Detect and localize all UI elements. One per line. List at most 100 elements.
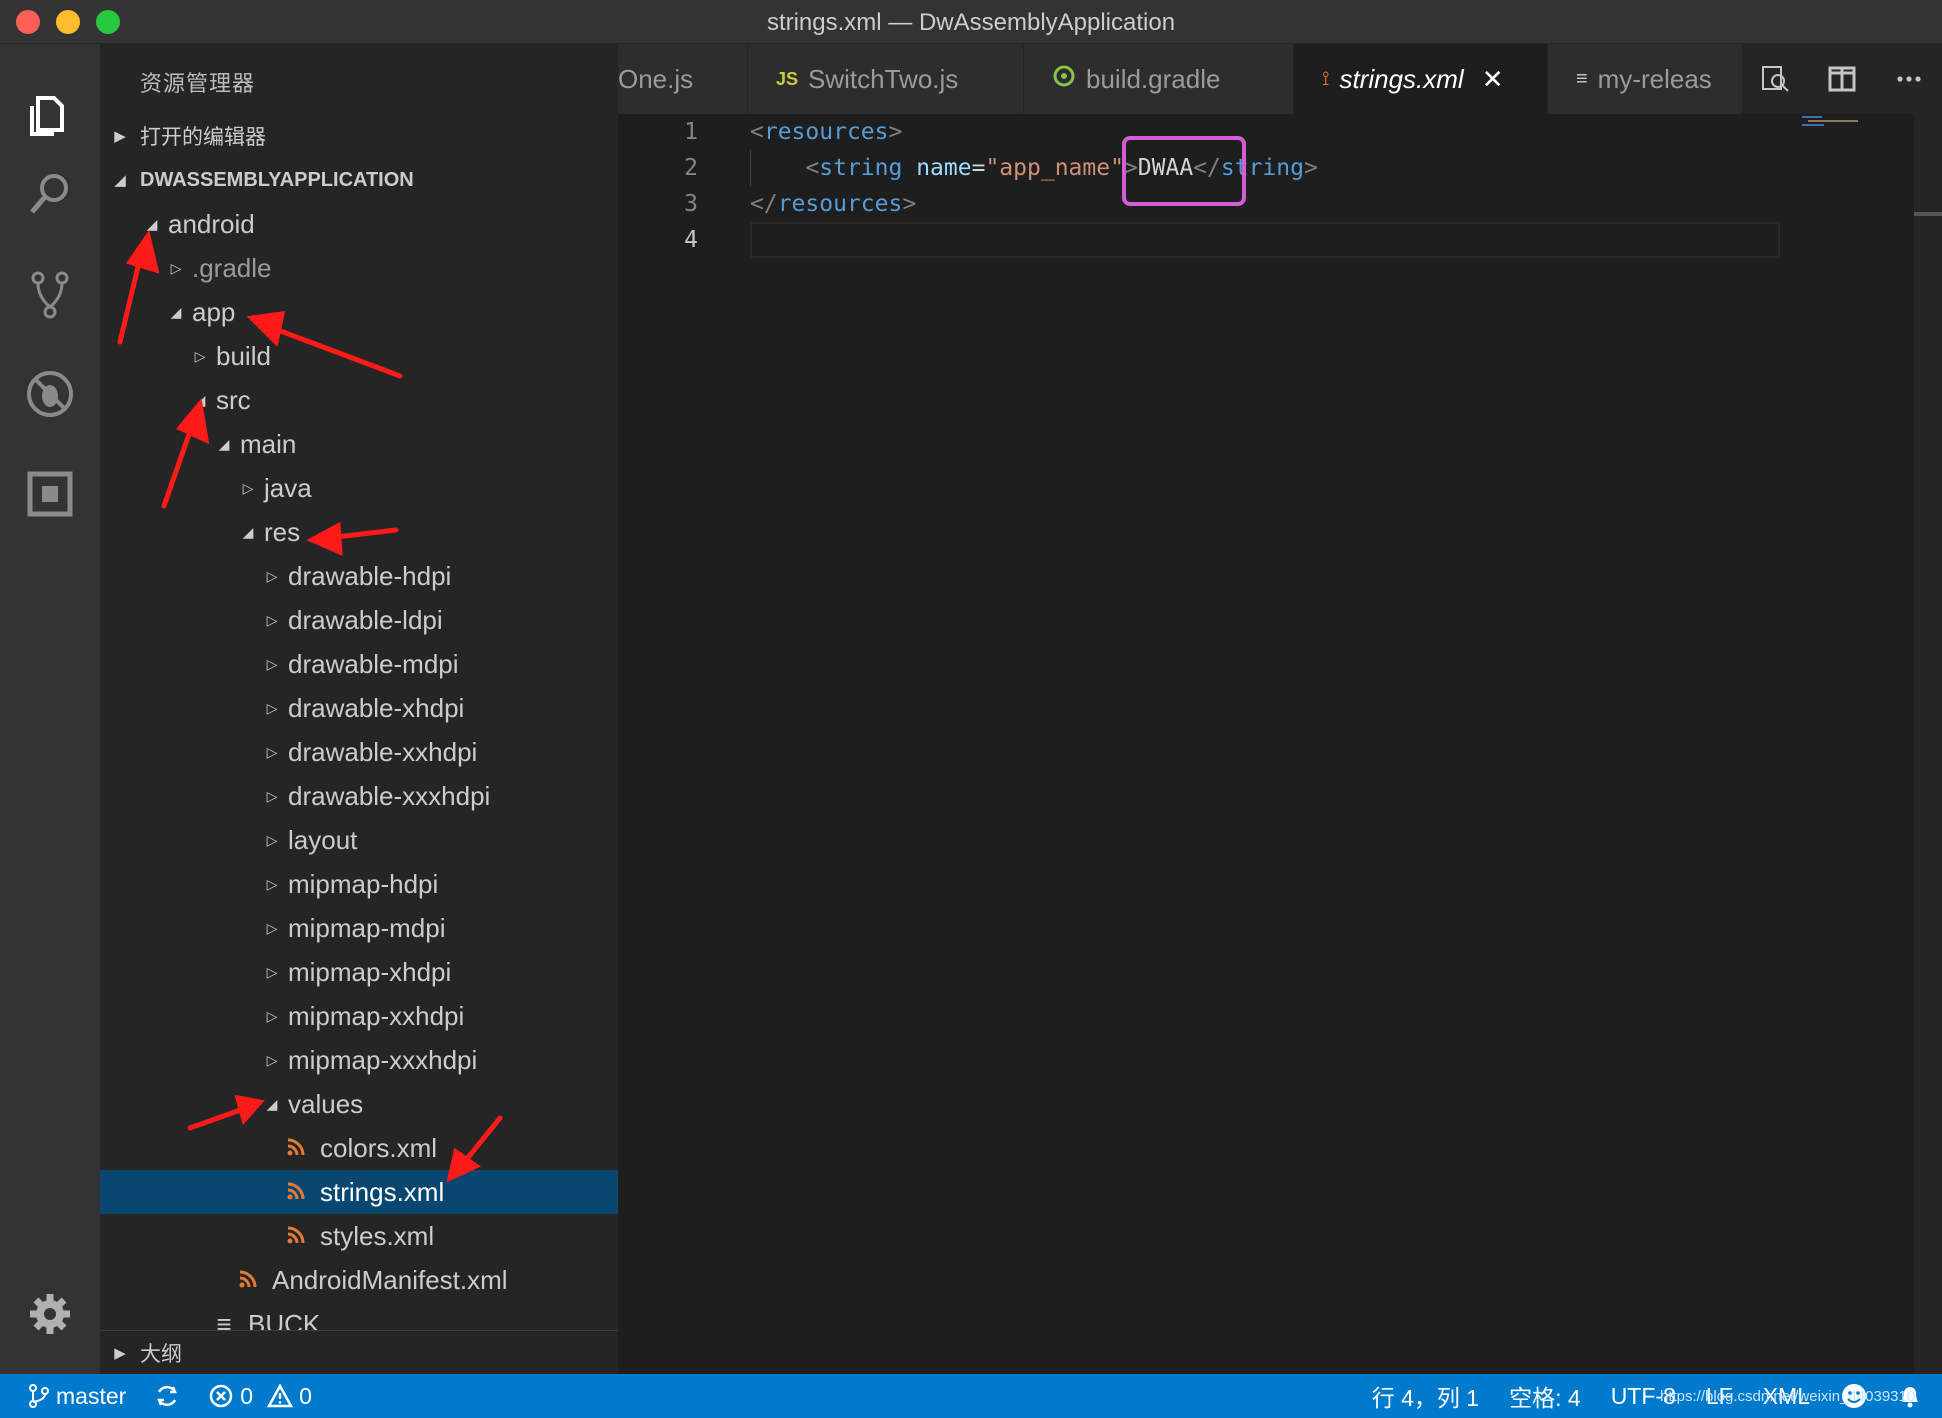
line-number: 2 [684,155,698,181]
folder-item-mipmap-xxxhdpi[interactable]: ▷ mipmap-xxxhdpi [100,1038,618,1082]
tab-label: SwitchTwo.js [808,63,959,94]
gear-icon[interactable] [20,1284,80,1344]
tag-bracket: > [888,119,903,145]
editor-actions [1742,44,1942,114]
open-preview-icon[interactable] [1753,57,1797,101]
tree-item-label: res [264,516,301,547]
rss-icon [284,1177,308,1208]
open-editors-label: 打开的编辑器 [140,126,266,149]
folder-item-app[interactable]: ◢ app [100,290,618,334]
folder-item-drawable-xhdpi[interactable]: ▷ drawable-xhdpi [100,686,618,730]
chevron-down-icon[interactable]: ◢ [140,216,164,233]
chevron-down-icon: ◢ [114,172,126,189]
status-bar: master 0 0 行 4，列 1 空格: 4 UTF-8 LF XML ht… [0,1374,1942,1418]
chevron-right-icon[interactable]: ▷ [164,260,188,277]
tree-item-label: drawable-hdpi [288,560,452,591]
debug-icon[interactable] [20,364,80,424]
sidebar-title: 资源管理器 [140,71,256,96]
chevron-down-icon[interactable]: ◢ [236,524,260,541]
folder-item-drawable-ldpi[interactable]: ▷ drawable-ldpi [100,598,618,642]
file-item-styles-xml[interactable]: styles.xml [100,1214,618,1258]
search-icon[interactable] [20,164,80,224]
chevron-right-icon[interactable]: ▷ [260,744,284,761]
tab-build-gradle[interactable]: build.gradle [1024,44,1294,114]
extensions-icon[interactable] [20,464,80,524]
chevron-right-icon[interactable]: ▷ [260,964,284,981]
problems-indicator[interactable]: 0 0 [208,1383,312,1410]
indentation[interactable]: 空格: 4 [1509,1379,1581,1413]
tree-item-label: main [240,428,297,459]
chevron-down-icon[interactable]: ◢ [260,1096,284,1113]
chevron-right-icon[interactable]: ▷ [260,788,284,805]
source-control-icon[interactable] [20,264,80,324]
file-item-colors-xml[interactable]: colors.xml [100,1126,618,1170]
tab-strings-xml[interactable]: ⟟ strings.xml ✕ [1294,44,1548,114]
workspace-section[interactable]: ◢ DWASSEMBLYAPPLICATION [100,158,618,202]
tag-bracket: < [805,155,820,181]
scrollbar-thumb[interactable] [1914,212,1942,216]
tab-label: build.gradle [1086,63,1221,94]
folder-item-values[interactable]: ◢ values [100,1082,618,1126]
tree-item-label: mipmap-xhdpi [288,956,452,987]
folder-item-mipmap-mdpi[interactable]: ▷ mipmap-mdpi [100,906,618,950]
folder-item-mipmap-hdpi[interactable]: ▷ mipmap-hdpi [100,862,618,906]
chevron-right-icon[interactable]: ▷ [260,832,284,849]
folder-item-layout[interactable]: ▷ layout [100,818,618,862]
attribute-value: "app_name" [985,155,1124,181]
folder-item-src[interactable]: ◢ src [100,378,618,422]
tree-item-label: drawable-xxhdpi [288,736,478,767]
open-editors-section[interactable]: ▶ 打开的编辑器 [100,114,618,158]
explorer-icon[interactable] [20,84,80,144]
chevron-down-icon[interactable]: ◢ [188,392,212,409]
chevron-down-icon[interactable]: ◢ [164,304,188,321]
folder-item-drawable-xxxhdpi[interactable]: ▷ drawable-xxxhdpi [100,774,618,818]
chevron-right-icon[interactable]: ▷ [260,612,284,629]
folder-item-res[interactable]: ◢ res [100,510,618,554]
folder-item-mipmap-xxhdpi[interactable]: ▷ mipmap-xxhdpi [100,994,618,1038]
chevron-right-icon[interactable]: ▷ [260,700,284,717]
folder-item-drawable-xxhdpi[interactable]: ▷ drawable-xxhdpi [100,730,618,774]
chevron-right-icon[interactable]: ▷ [260,876,284,893]
folder-item-drawable-hdpi[interactable]: ▷ drawable-hdpi [100,554,618,598]
more-actions-icon[interactable] [1887,57,1931,101]
code-editor[interactable]: 1 2 3 4 <resources> <string name="app_na… [618,114,1942,1374]
git-branch[interactable]: master [28,1383,126,1410]
minimap[interactable] [1802,114,1892,128]
folder-item-main[interactable]: ◢ main [100,422,618,466]
outline-section[interactable]: ▶ 大纲 [100,1330,618,1374]
close-icon[interactable]: ✕ [1482,64,1504,95]
folder-item-mipmap-xhdpi[interactable]: ▷ mipmap-xhdpi [100,950,618,994]
chevron-right-icon[interactable]: ▷ [260,920,284,937]
chevron-right-icon[interactable]: ▷ [260,1052,284,1069]
folder-item-java[interactable]: ▷ java [100,466,618,510]
tree-item-label: mipmap-xxxhdpi [288,1044,478,1075]
vertical-scrollbar[interactable] [1914,114,1942,1374]
chevron-right-icon[interactable]: ▷ [260,1008,284,1025]
branch-icon [29,1384,49,1408]
tab-label: One.js [618,63,694,94]
tree-item-label: AndroidManifest.xml [272,1264,508,1295]
code-line: <resources> [750,114,902,150]
chevron-right-icon[interactable]: ▷ [260,656,284,673]
rss-icon [236,1265,260,1296]
chevron-right-icon[interactable]: ▷ [188,348,212,365]
chevron-right-icon[interactable]: ▷ [260,568,284,585]
tab-switchtwo-js[interactable]: JS SwitchTwo.js [748,44,1024,114]
split-editor-icon[interactable] [1820,57,1864,101]
cursor-position[interactable]: 行 4，列 1 [1372,1379,1479,1413]
folder-item-drawable-mdpi[interactable]: ▷ drawable-mdpi [100,642,618,686]
tag-bracket: > [1303,155,1318,181]
folder-item-android[interactable]: ◢ android [100,202,618,246]
chevron-down-icon[interactable]: ◢ [212,436,236,453]
tree-item-label: mipmap-hdpi [288,868,439,899]
chevron-right-icon[interactable]: ▷ [236,480,260,497]
folder-item-gradle[interactable]: ▷ .gradle [100,246,618,290]
file-item-strings-xml[interactable]: strings.xml [100,1170,618,1214]
title-bar: strings.xml — DwAssemblyApplication [0,0,1942,44]
sync-button[interactable] [154,1383,180,1409]
file-item-androidmanifest-xml[interactable]: AndroidManifest.xml [100,1258,618,1302]
tab-one-js[interactable]: One.js [618,44,748,114]
tree-item-label: colors.xml [320,1132,438,1163]
folder-item-build[interactable]: ▷ build [100,334,618,378]
